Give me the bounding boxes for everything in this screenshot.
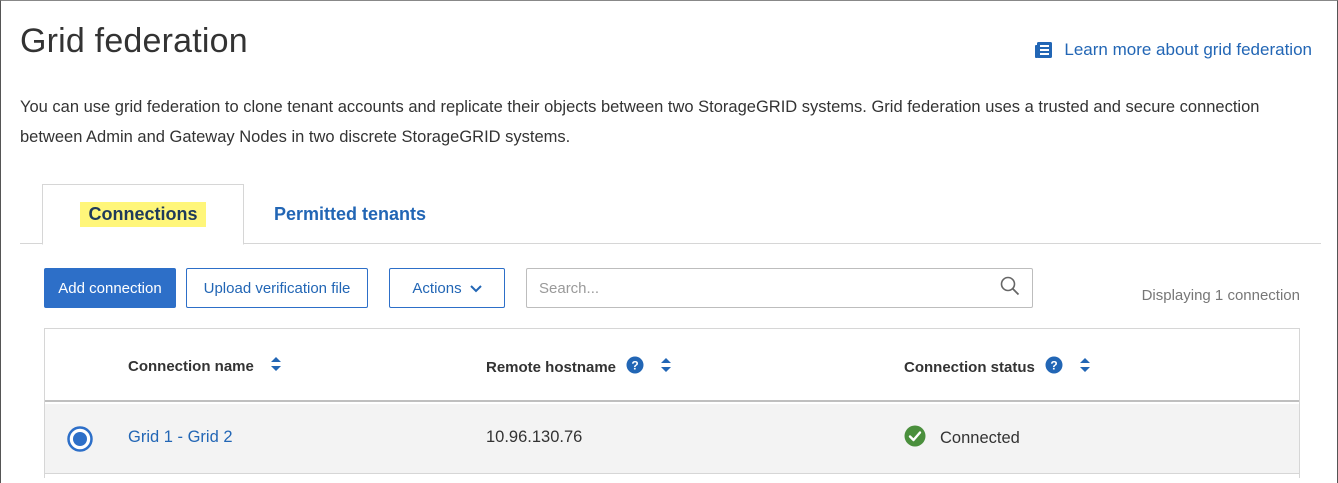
tab-connections-label: Connections	[80, 202, 206, 227]
result-count: Displaying 1 connection	[1141, 287, 1300, 304]
connection-name-link[interactable]: Grid 1 - Grid 2	[128, 428, 233, 447]
status-label: Connected	[940, 429, 1020, 447]
search-box	[526, 268, 1033, 308]
help-circle-icon[interactable]: ?	[626, 356, 644, 378]
tab-connections[interactable]: Connections	[42, 184, 244, 245]
search-input[interactable]	[539, 279, 1000, 297]
table-row[interactable]: Grid 1 - Grid 2 10.96.130.76 Connected	[45, 404, 1299, 474]
page-description: You can use grid federation to clone ten…	[20, 98, 1260, 146]
learn-more-link[interactable]: Learn more about grid federation	[1034, 40, 1312, 60]
sort-icon[interactable]	[1079, 357, 1091, 377]
column-label: Connection status	[904, 358, 1035, 376]
column-header-connection-status[interactable]: Connection status ?	[904, 356, 1091, 378]
page-title: Grid federation	[20, 22, 248, 60]
connection-status-cell: Connected	[904, 425, 1020, 452]
upload-verification-file-button[interactable]: Upload verification file	[186, 268, 368, 308]
column-header-remote-hostname[interactable]: Remote hostname ?	[486, 356, 672, 378]
chevron-down-icon	[469, 280, 482, 297]
tab-permitted-tenants[interactable]: Permitted tenants	[250, 184, 450, 245]
svg-text:?: ?	[631, 359, 638, 373]
row-select-radio[interactable]	[67, 426, 93, 457]
column-header-connection-name[interactable]: Connection name	[128, 356, 282, 376]
tab-bar: Connections Permitted tenants	[20, 184, 1321, 245]
column-label: Remote hostname	[486, 358, 617, 376]
tab-permitted-tenants-label: Permitted tenants	[273, 204, 427, 224]
add-connection-button[interactable]: Add connection	[44, 268, 176, 308]
actions-label: Actions	[412, 279, 462, 297]
sort-icon[interactable]	[270, 356, 282, 376]
table-header: Connection name Remote hostname ? Connec…	[45, 329, 1299, 402]
learn-more-label: Learn more about grid federation	[1064, 40, 1312, 59]
search-icon[interactable]	[1000, 276, 1020, 301]
actions-dropdown[interactable]: Actions	[389, 268, 505, 308]
svg-text:?: ?	[1050, 359, 1057, 373]
help-circle-icon[interactable]: ?	[1045, 356, 1063, 378]
remote-hostname-cell: 10.96.130.76	[486, 428, 583, 446]
connections-table: Connection name Remote hostname ? Connec…	[44, 328, 1300, 478]
document-icon	[1034, 41, 1054, 59]
sort-icon[interactable]	[660, 357, 672, 377]
column-label: Connection name	[128, 357, 254, 375]
check-circle-icon	[904, 425, 926, 452]
